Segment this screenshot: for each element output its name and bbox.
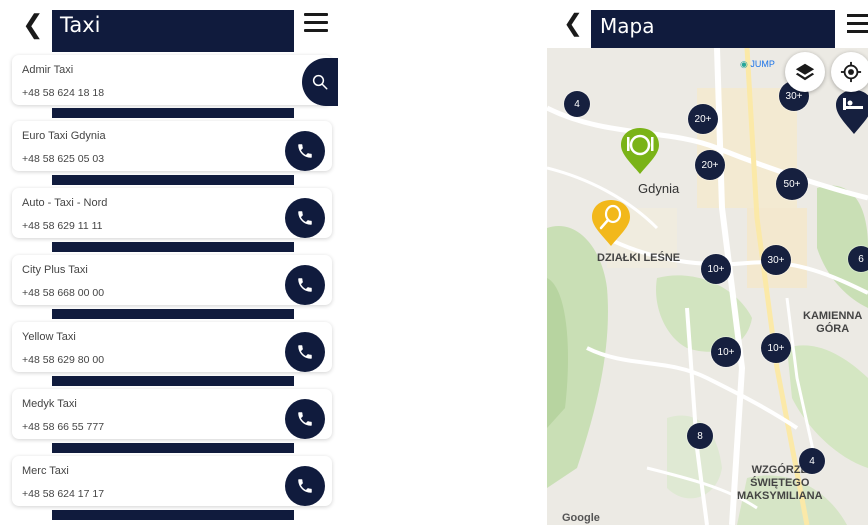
location-pin-icon: ◉ <box>740 59 748 69</box>
map-cluster[interactable]: 10+ <box>701 254 731 284</box>
taxi-name: City Plus Taxi <box>22 264 88 276</box>
divider <box>52 175 294 185</box>
taxi-name: Medyk Taxi <box>22 398 77 410</box>
map-cluster[interactable]: 20+ <box>688 104 718 134</box>
page-title: Mapa <box>600 14 655 38</box>
taxi-phone: +48 58 66 55 777 <box>22 421 105 433</box>
list-item[interactable]: Merc Taxi +48 58 624 17 17 <box>12 456 332 506</box>
taxi-phone: +48 58 624 17 17 <box>22 488 105 500</box>
divider <box>52 242 294 252</box>
layers-icon <box>795 63 815 81</box>
divider <box>52 510 294 520</box>
district-label-line: KAMIENNA <box>803 310 863 322</box>
phone-icon <box>298 211 312 225</box>
crosshair-icon <box>840 61 862 83</box>
city-label: Gdynia <box>638 181 680 196</box>
call-button[interactable] <box>285 399 325 439</box>
divider <box>52 309 294 319</box>
list-item[interactable]: Auto - Taxi - Nord +48 58 629 11 11 <box>12 188 332 238</box>
taxi-name: Admir Taxi <box>22 64 74 76</box>
divider <box>52 108 294 118</box>
bed-pin-icon[interactable] <box>834 88 868 136</box>
map-cluster[interactable]: 4 <box>564 91 590 117</box>
poi-label: ◉ JUMP <box>740 59 775 70</box>
taxi-name: Auto - Taxi - Nord <box>22 197 108 209</box>
page-title: Taxi <box>60 13 101 37</box>
poi-name: JUMP <box>750 59 775 69</box>
list-item[interactable]: Medyk Taxi +48 58 66 55 777 <box>12 389 332 439</box>
call-button[interactable] <box>285 332 325 372</box>
call-button[interactable] <box>285 198 325 238</box>
back-button[interactable]: ❮ <box>22 9 44 39</box>
district-label: DZIAŁKI LEŚNE <box>597 252 681 264</box>
list-item[interactable]: Admir Taxi +48 58 624 18 18 <box>12 55 332 105</box>
call-button[interactable] <box>285 466 325 506</box>
list-item[interactable]: City Plus Taxi +48 58 668 00 00 <box>12 255 332 305</box>
my-location-button[interactable] <box>831 52 868 92</box>
map-cluster[interactable]: 10+ <box>761 333 791 363</box>
phone-icon <box>298 144 312 158</box>
menu-icon[interactable] <box>847 14 868 34</box>
district-label-line: MAKSYMILIANA <box>737 490 823 502</box>
menu-icon[interactable] <box>304 13 328 35</box>
taxi-phone: +48 58 629 11 11 <box>22 220 103 232</box>
district-label-line: ŚWIĘTEGO <box>750 477 810 489</box>
taxi-phone: +48 58 625 05 03 <box>22 153 105 165</box>
google-logo: Google <box>562 512 600 524</box>
taxi-phone: +48 58 624 18 18 <box>22 87 105 99</box>
list-item[interactable]: Yellow Taxi +48 58 629 80 00 <box>12 322 332 372</box>
map-cluster[interactable]: 8 <box>687 423 713 449</box>
map-cluster[interactable]: 50+ <box>776 168 808 200</box>
layers-button[interactable] <box>785 52 825 92</box>
call-button[interactable] <box>285 131 325 171</box>
taxi-phone: +48 58 629 80 00 <box>22 354 105 366</box>
map-view[interactable]: Gdynia DZIAŁKI LEŚNE KAMIENNA GÓRA WZGÓR… <box>547 48 868 525</box>
list-item[interactable]: Euro Taxi Gdynia +48 58 625 05 03 <box>12 121 332 171</box>
phone-icon <box>298 479 312 493</box>
map-cluster[interactable]: 6 <box>848 246 868 272</box>
district-label: KAMIENNA GÓRA <box>803 310 862 336</box>
call-button[interactable] <box>285 265 325 305</box>
restaurant-pin-icon[interactable] <box>619 126 661 176</box>
taxi-phone: +48 58 668 00 00 <box>22 287 105 299</box>
search-icon <box>312 74 328 90</box>
phone-icon <box>298 412 312 426</box>
taxi-name: Merc Taxi <box>22 465 69 477</box>
map-cluster[interactable]: 10+ <box>711 337 741 367</box>
divider <box>52 376 294 386</box>
map-cluster[interactable]: 20+ <box>695 150 725 180</box>
tennis-pin-icon[interactable] <box>590 198 632 248</box>
district-label-line: GÓRA <box>816 323 850 335</box>
map-cluster[interactable]: 4 <box>799 448 825 474</box>
taxi-name: Euro Taxi Gdynia <box>22 130 106 142</box>
phone-icon <box>298 278 312 292</box>
back-button[interactable]: ❮ <box>563 9 583 38</box>
map-screen: ❮ Mapa Gdynia DZIAŁKI LEŚNE KAMIENNA GÓR… <box>547 0 868 525</box>
divider <box>52 443 294 453</box>
taxi-screen: ❮ Taxi Admir Taxi +48 58 624 18 18 Euro … <box>0 0 345 525</box>
phone-icon <box>298 345 312 359</box>
map-cluster[interactable]: 30+ <box>761 245 791 275</box>
taxi-name: Yellow Taxi <box>22 331 76 343</box>
